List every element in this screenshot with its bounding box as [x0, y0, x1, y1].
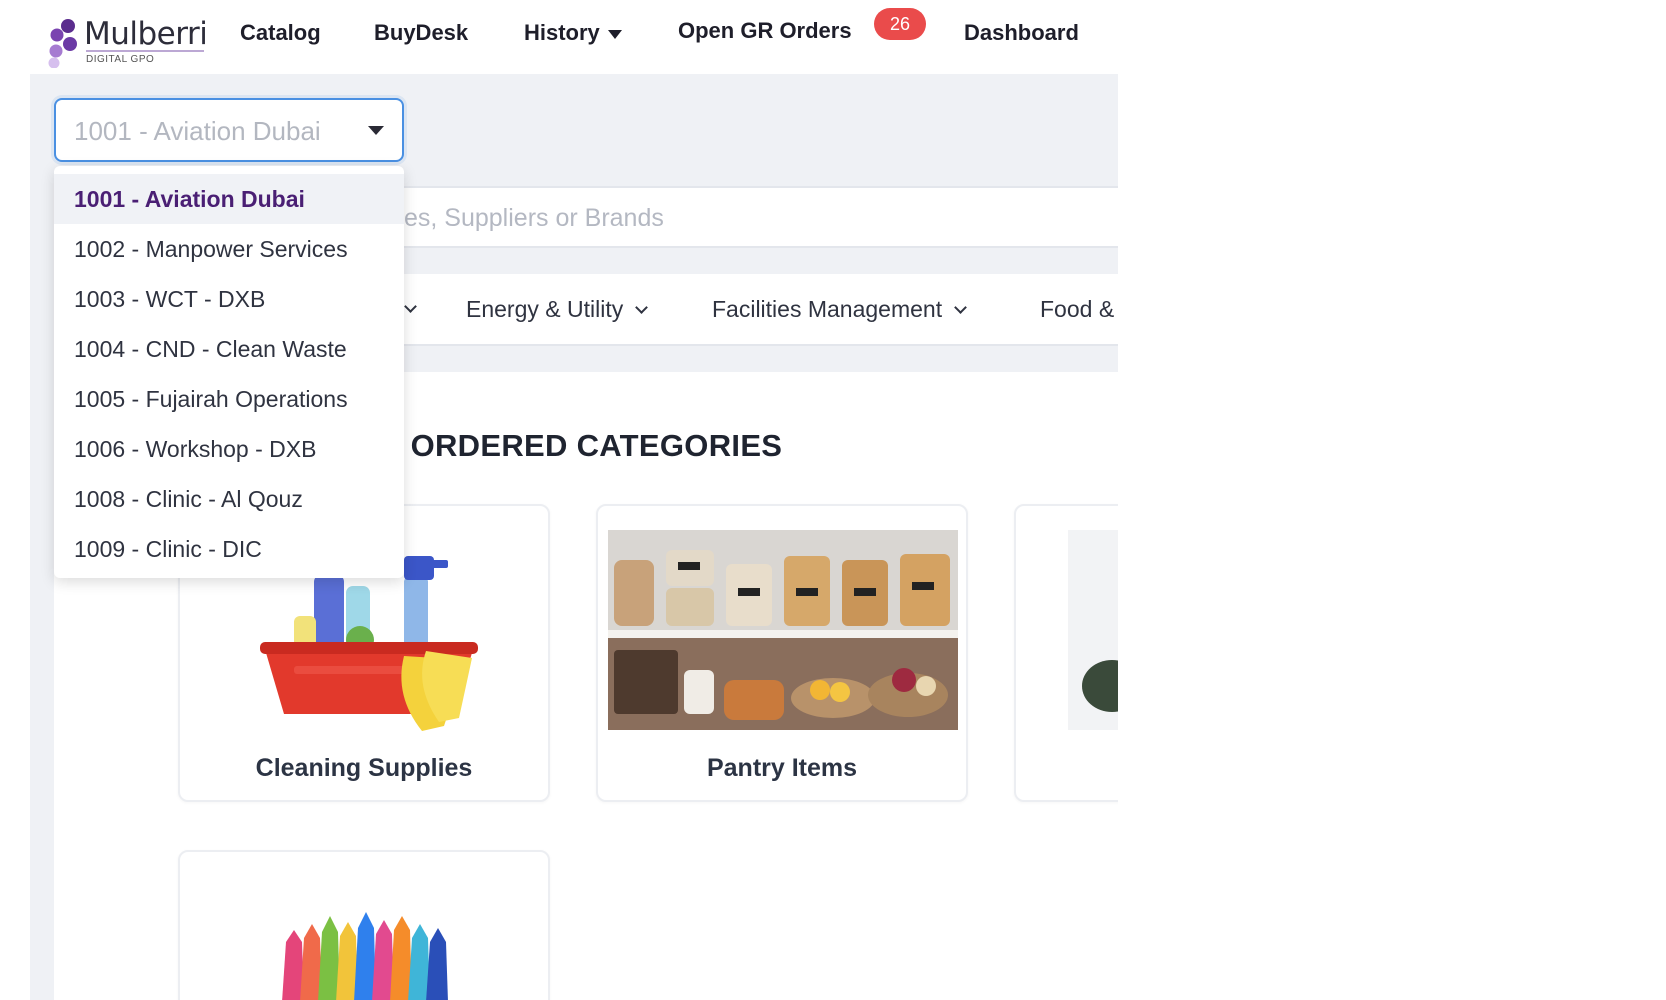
site-option[interactable]: 1008 - Clinic - Al Qouz	[54, 474, 404, 524]
card-label-pantry-items: Pantry Items	[706, 754, 858, 782]
partial-card-image-detail	[1082, 660, 1118, 712]
site-select[interactable]: 1001 - Aviation Dubai	[54, 98, 404, 162]
site-option[interactable]: 1001 - Aviation Dubai	[54, 174, 404, 224]
stationery-image	[282, 912, 448, 1000]
site-option[interactable]: 1002 - Manpower Services	[54, 224, 404, 274]
category-card-pantry-items[interactable]: Pantry Items	[596, 504, 968, 802]
site-select-value: 1001 - Aviation Dubai	[74, 116, 321, 146]
category-card-partial[interactable]	[1014, 504, 1118, 802]
pantry-items-image	[608, 530, 958, 730]
site-option[interactable]: 1004 - CND - Clean Waste	[54, 324, 404, 374]
site-option[interactable]: 1009 - Clinic - DIC	[54, 524, 404, 574]
category-food[interactable]: Food &	[1040, 296, 1114, 323]
category-card-stationery[interactable]	[178, 850, 550, 1000]
card-label-cleaning-supplies: Cleaning Supplies	[255, 754, 473, 782]
site-option[interactable]: 1003 - WCT - DXB	[54, 274, 404, 324]
caret-down-icon	[368, 126, 384, 135]
site-option[interactable]: 1006 - Workshop - DXB	[54, 424, 404, 474]
section-title-ordered-categories: ' ORDERED CATEGORIES	[394, 428, 783, 463]
site-select-dropdown: 1001 - Aviation Dubai 1002 - Manpower Se…	[54, 166, 404, 578]
site-option[interactable]: 1005 - Fujairah Operations	[54, 374, 404, 424]
